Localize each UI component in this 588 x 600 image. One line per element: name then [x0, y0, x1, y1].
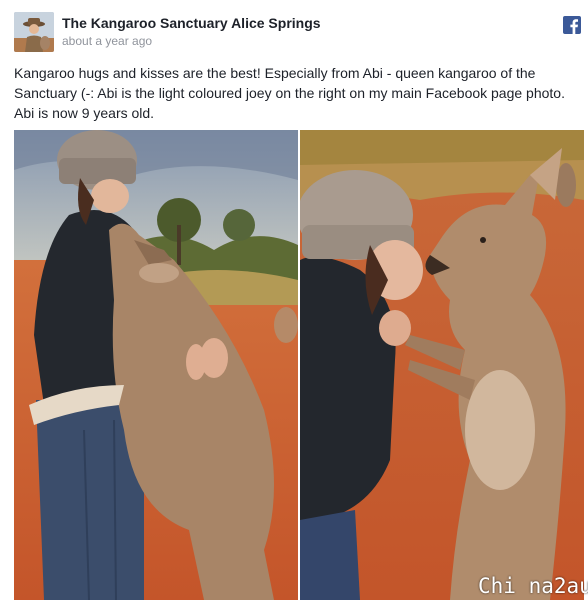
woman-kissing-kangaroo-image [300, 130, 584, 600]
facebook-post: The Kangaroo Sanctuary Alice Springs abo… [0, 0, 588, 600]
hug-photo[interactable] [14, 130, 298, 600]
page-name-link[interactable]: The Kangaroo Sanctuary Alice Springs [62, 15, 321, 31]
facebook-icon[interactable] [563, 16, 581, 34]
page-avatar[interactable] [14, 12, 54, 52]
post-timestamp[interactable]: about a year ago [62, 34, 152, 48]
kiss-photo[interactable] [300, 130, 584, 600]
post-caption: Kangaroo hugs and kisses are the best! E… [14, 65, 565, 121]
watermark-text: Chi na2au [478, 574, 588, 598]
woman-hugging-kangaroo-image [14, 130, 298, 600]
